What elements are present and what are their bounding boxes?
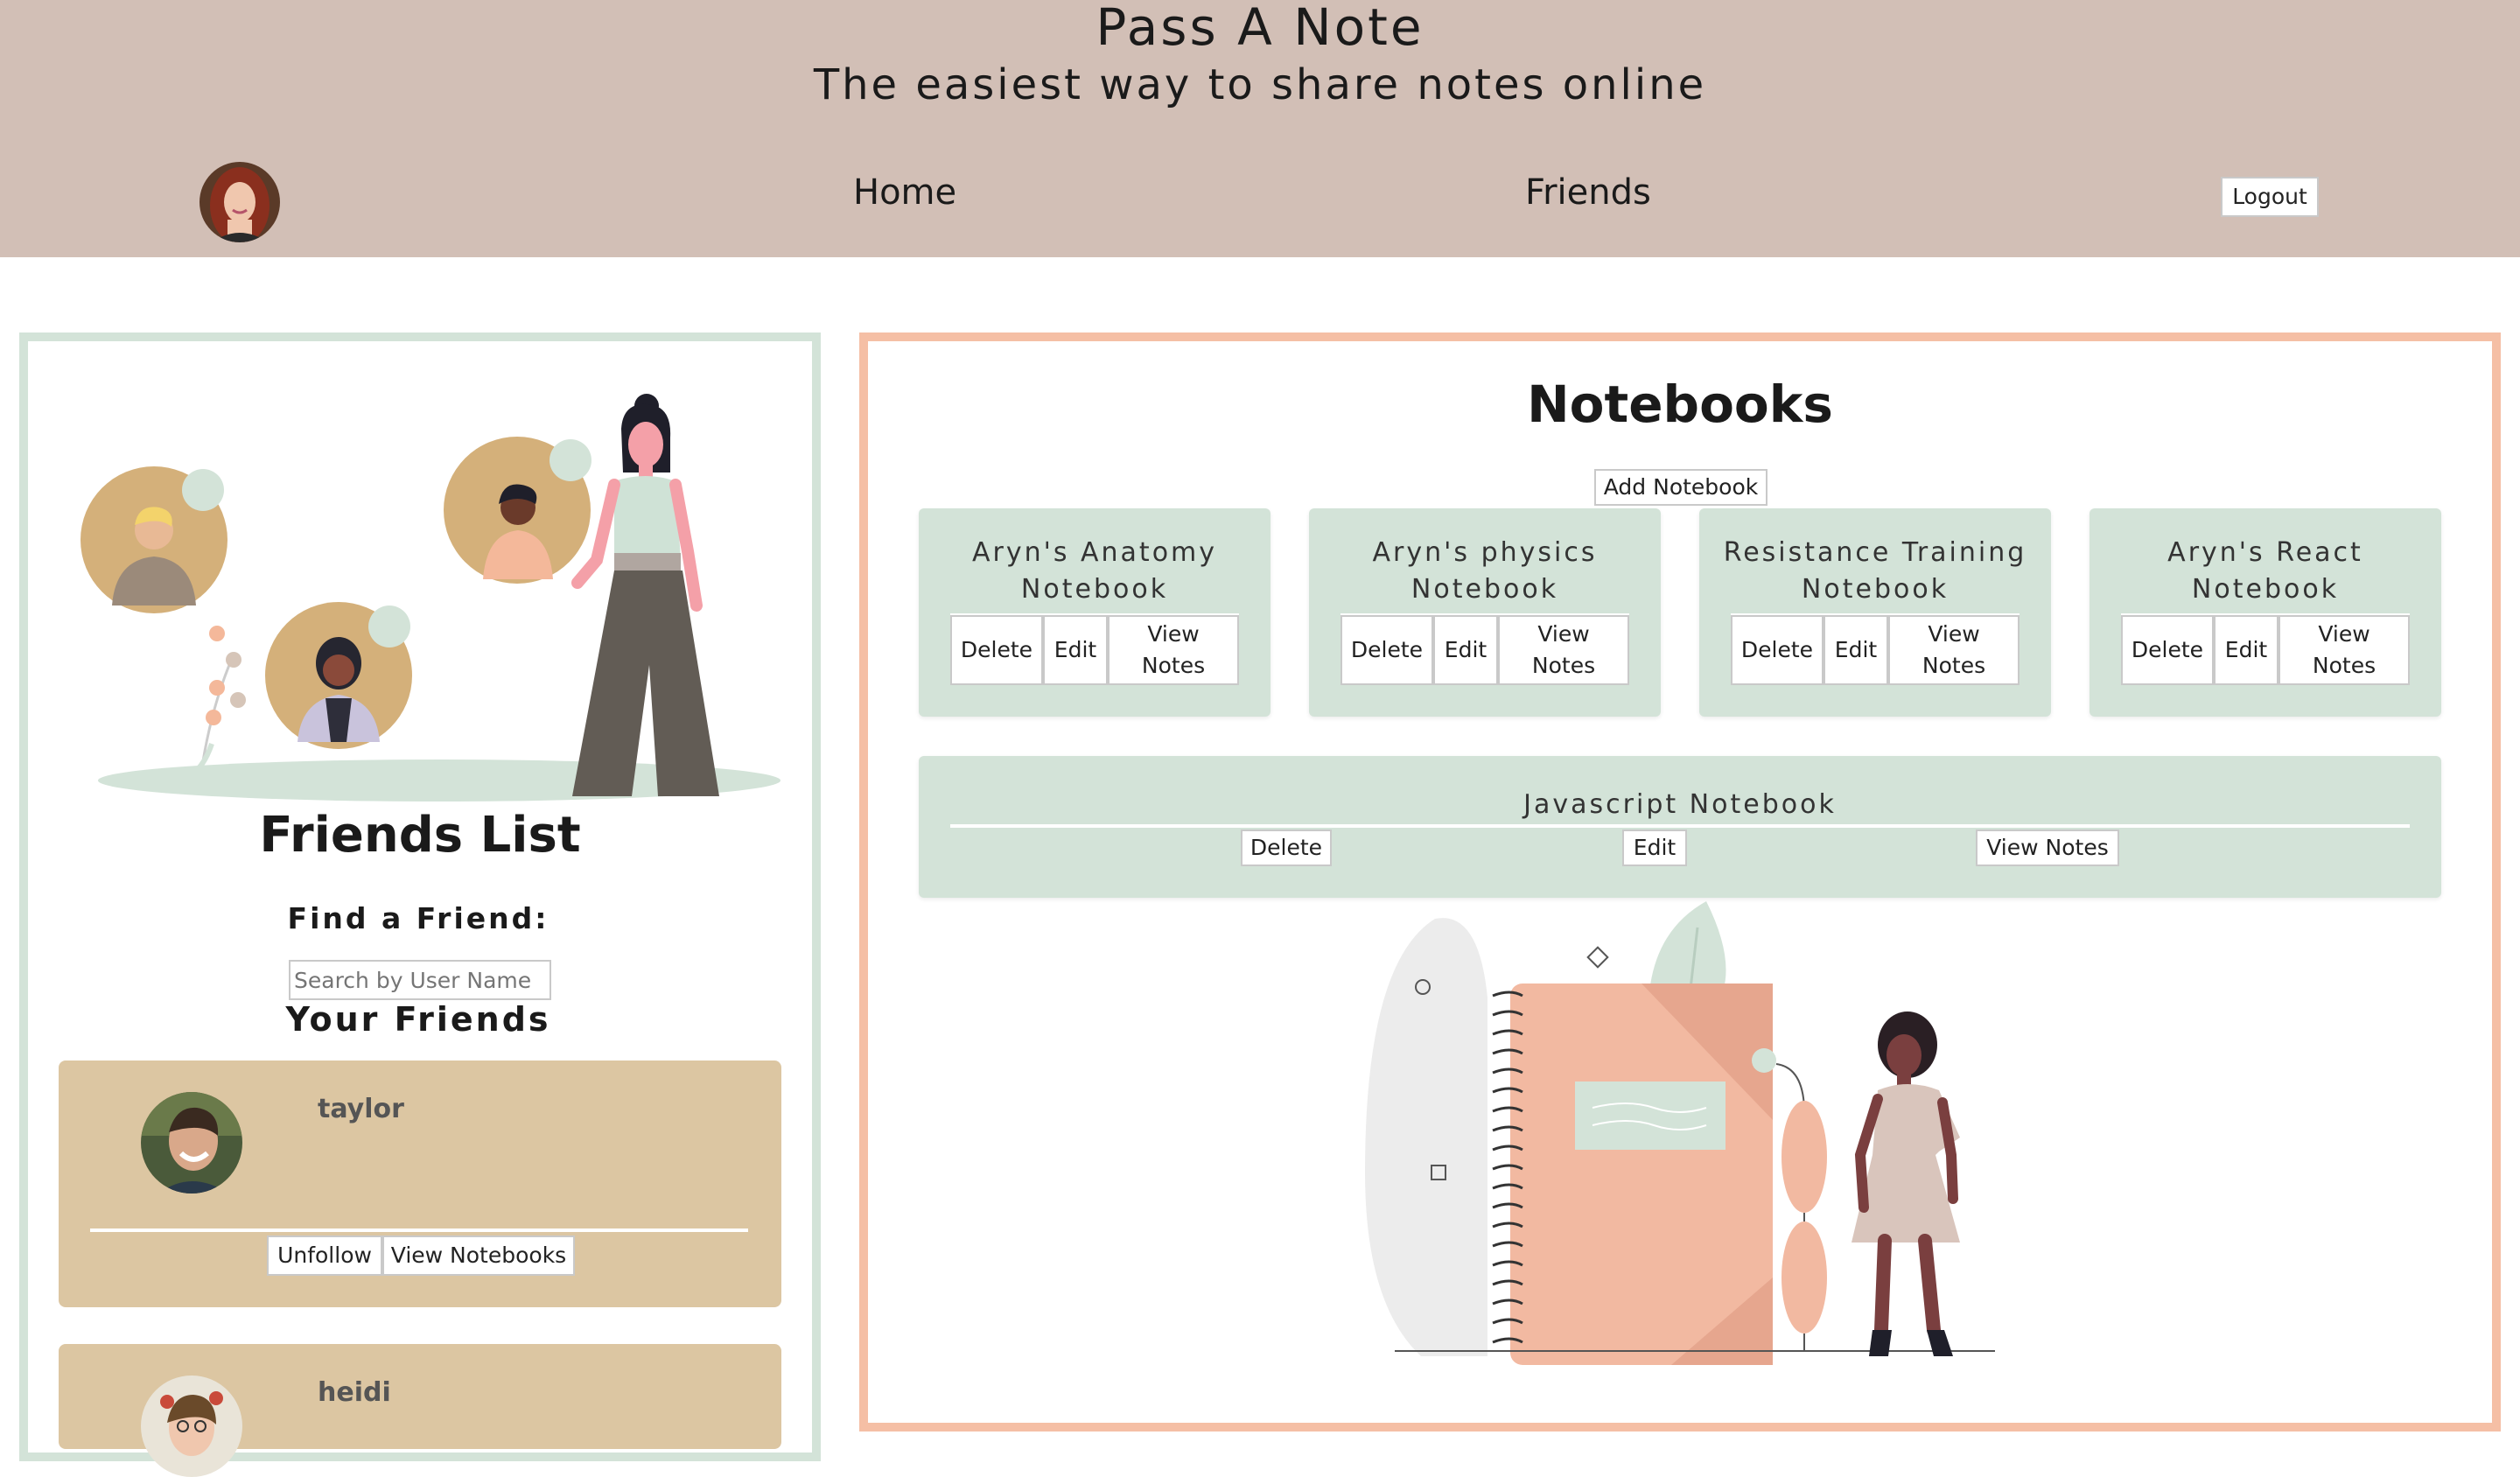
- delete-notebook-button[interactable]: Delete: [950, 615, 1043, 685]
- view-notebooks-button[interactable]: View Notebooks: [382, 1236, 575, 1276]
- find-friend-label: Find a Friend:: [287, 901, 550, 935]
- notebooks-title: Notebooks: [1527, 374, 1833, 434]
- user-avatar[interactable]: [200, 162, 280, 242]
- view-notes-button[interactable]: View Notes: [1108, 615, 1239, 685]
- edit-notebook-button[interactable]: Edit: [1043, 615, 1108, 685]
- notebook-title: Aryn's React Notebook: [2167, 537, 2363, 605]
- notebook-illustration: [1365, 901, 1995, 1365]
- notebook-card-wide: Javascript Notebook Delete Edit View Not…: [919, 756, 2441, 898]
- app-header: Pass A Note The easiest way to share not…: [0, 0, 2520, 257]
- notebook-card: Aryn's physics Notebook Delete Edit View…: [1309, 508, 1661, 717]
- nav-home-link[interactable]: Home: [853, 168, 956, 217]
- delete-notebook-button[interactable]: Delete: [1340, 615, 1433, 685]
- view-notes-button[interactable]: View Notes: [1498, 615, 1629, 685]
- notebook-title: Aryn's physics Notebook: [1372, 537, 1598, 605]
- notebook-title: Javascript Notebook: [1523, 789, 1837, 820]
- friend-search-input[interactable]: [289, 960, 551, 1000]
- friend-name: heidi: [318, 1377, 391, 1408]
- edit-notebook-button[interactable]: Edit: [2214, 615, 2278, 685]
- nav-friends-link[interactable]: Friends: [1525, 168, 1651, 217]
- app-title: Pass A Note: [1096, 0, 1424, 57]
- friends-list-title: Friends List: [259, 807, 581, 864]
- logout-button[interactable]: Logout: [2221, 177, 2319, 217]
- friend-name: taylor: [318, 1094, 404, 1124]
- notebook-actions: Delete Edit View Notes: [1340, 613, 1629, 685]
- notebook-actions: Delete Edit View Notes: [1731, 613, 2020, 685]
- edit-notebook-button[interactable]: Edit: [1824, 615, 1888, 685]
- edit-notebook-button[interactable]: Edit: [1433, 615, 1498, 685]
- delete-notebook-button[interactable]: Delete: [1241, 830, 1332, 866]
- notebook-actions: Delete Edit View Notes: [2121, 613, 2410, 685]
- friend-avatar[interactable]: [141, 1092, 242, 1194]
- notebook-divider: [950, 824, 2410, 828]
- notebook-actions: Delete Edit View Notes: [950, 613, 1239, 685]
- add-notebook-button[interactable]: Add Notebook: [1594, 469, 1768, 506]
- friend-card: heidi: [59, 1344, 781, 1477]
- view-notes-button[interactable]: View Notes: [2278, 615, 2410, 685]
- view-notes-button[interactable]: View Notes: [1888, 615, 2020, 685]
- notebook-card: Aryn's React Notebook Delete Edit View N…: [2090, 508, 2441, 717]
- notebook-card: Aryn's Anatomy Notebook Delete Edit View…: [919, 508, 1270, 717]
- friend-card: taylor Unfollow View Notebooks: [59, 1060, 781, 1307]
- edit-notebook-button[interactable]: Edit: [1622, 830, 1687, 866]
- delete-notebook-button[interactable]: Delete: [1731, 615, 1824, 685]
- delete-notebook-button[interactable]: Delete: [2121, 615, 2214, 685]
- your-friends-label: Your Friends: [285, 1000, 551, 1039]
- friend-card-divider: [90, 1228, 748, 1232]
- unfollow-button[interactable]: Unfollow: [267, 1236, 382, 1276]
- friend-avatar[interactable]: [141, 1376, 242, 1477]
- view-notes-button[interactable]: View Notes: [1976, 830, 2119, 866]
- notebook-title: Resistance Training Notebook: [1723, 537, 2027, 605]
- notebook-card: Resistance Training Notebook Delete Edit…: [1699, 508, 2051, 717]
- notebook-title: Aryn's Anatomy Notebook: [971, 537, 1218, 605]
- friends-illustration: [80, 394, 780, 802]
- app-subtitle: The easiest way to share notes online: [813, 60, 1707, 109]
